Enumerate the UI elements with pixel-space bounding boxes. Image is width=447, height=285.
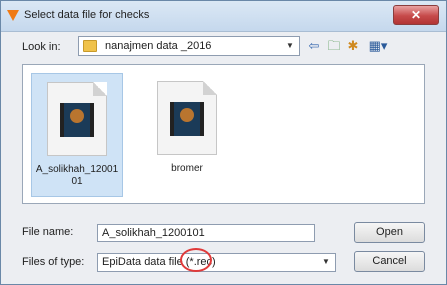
chevron-down-icon[interactable]: ▼ <box>283 39 297 53</box>
file-dialog: Select data file for checks ✕ Look in: n… <box>0 0 447 285</box>
file-item[interactable]: bromer <box>141 73 233 197</box>
video-file-icon <box>47 82 107 156</box>
file-name-label: A_solikhah_1200101 <box>35 164 119 187</box>
file-name-label: File name: <box>22 226 74 238</box>
file-list[interactable]: A_solikhah_1200101 bromer <box>22 64 425 204</box>
lookin-dropdown[interactable]: nanajmen data _2016 ▼ <box>78 36 300 56</box>
back-arrow-icon[interactable]: ⇦ <box>306 38 322 54</box>
cancel-button[interactable]: Cancel <box>354 251 425 272</box>
highlight-circle-annotation <box>180 248 212 272</box>
triangle-down-icon <box>7 10 19 21</box>
chevron-down-icon[interactable]: ▼ <box>319 255 333 269</box>
file-item-selected[interactable]: A_solikhah_1200101 <box>31 73 123 197</box>
file-name-input[interactable]: A_solikhah_1200101 <box>97 224 315 242</box>
open-button[interactable]: Open <box>354 222 425 243</box>
new-folder-icon[interactable]: ✱ <box>345 38 361 54</box>
close-button[interactable]: ✕ <box>393 5 439 25</box>
file-type-label: Files of type: <box>22 256 85 268</box>
lookin-label: Look in: <box>22 41 61 53</box>
lookin-value: nanajmen data _2016 <box>105 40 212 52</box>
title-bar: Select data file for checks ✕ <box>1 1 446 32</box>
window-title: Select data file for checks <box>24 9 150 21</box>
folder-icon <box>83 40 97 52</box>
views-menu-icon[interactable]: ▦▾ <box>365 38 391 54</box>
file-name-label: bromer <box>171 163 203 174</box>
up-folder-icon[interactable]: 🗀 <box>326 38 342 54</box>
video-file-icon <box>157 81 217 155</box>
file-type-dropdown[interactable]: EpiData data file (*.rec) ▼ <box>97 253 336 272</box>
